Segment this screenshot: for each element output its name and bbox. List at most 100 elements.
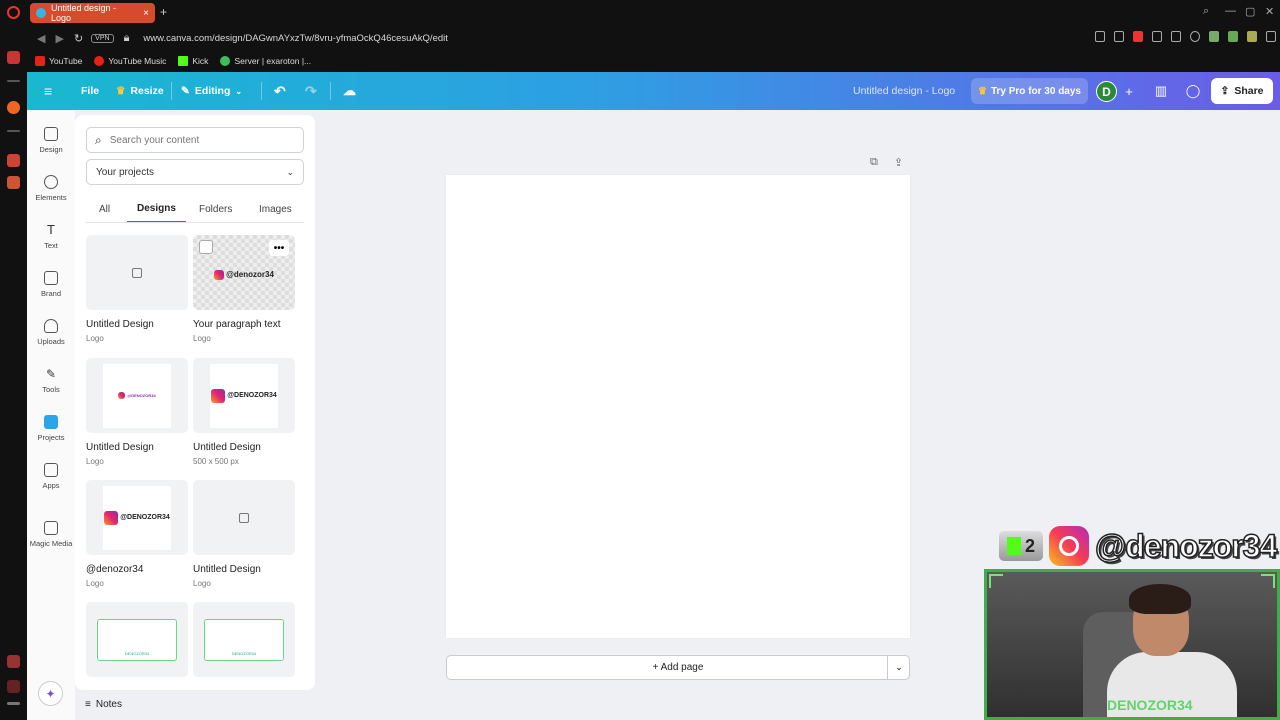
wallet-icon[interactable] bbox=[7, 51, 20, 64]
add-page-button[interactable]: + Add page bbox=[446, 655, 910, 680]
vpn-badge[interactable]: VPN bbox=[91, 33, 114, 43]
design-card[interactable]: DENOZOR34 bbox=[86, 602, 188, 677]
design-card[interactable]: @DENOZOR34 Untitled Design Logo bbox=[86, 358, 188, 466]
maximize-icon[interactable]: ▢ bbox=[1245, 5, 1255, 18]
design-card[interactable]: DENOZOR34 bbox=[193, 602, 295, 677]
rail-item-text[interactable]: T Text bbox=[27, 223, 75, 251]
rail-item-tools[interactable]: ✎ Tools bbox=[27, 367, 75, 394]
webcam-overlay: DENOZOR34 bbox=[984, 569, 1280, 720]
shield-icon[interactable] bbox=[1133, 31, 1143, 42]
webcam-watermark: DENOZOR34 bbox=[1107, 697, 1193, 713]
tab-all[interactable]: All bbox=[99, 195, 110, 223]
editor-header: ≡ File ♛ Resize ✎ Editing ⌄ ↶ ↷ ☁ Untitled … bbox=[27, 72, 1280, 110]
design-card[interactable]: ••• @denozor34 Your paragraph text Logo bbox=[193, 235, 295, 343]
design-title: Your paragraph text bbox=[193, 319, 281, 330]
address-bar-actions bbox=[1095, 31, 1276, 42]
design-canvas[interactable] bbox=[446, 175, 910, 638]
opera-logo-icon[interactable] bbox=[7, 6, 20, 19]
instagram-icon bbox=[214, 269, 225, 280]
design-thumbnail bbox=[193, 480, 295, 555]
download-icon[interactable] bbox=[1152, 31, 1162, 42]
gx-icon[interactable] bbox=[7, 680, 20, 693]
minimize-icon[interactable]: — bbox=[1225, 5, 1236, 17]
forward-icon[interactable]: ▶ bbox=[55, 32, 63, 45]
settings-icon[interactable] bbox=[7, 655, 20, 668]
browser-sidebar bbox=[0, 0, 27, 720]
bookmark-youtube-music[interactable]: YouTube Music bbox=[94, 56, 166, 66]
new-tab-button[interactable]: + bbox=[160, 5, 167, 19]
rail-item-projects[interactable]: Projects bbox=[27, 415, 75, 442]
snapshot-icon[interactable] bbox=[1114, 31, 1124, 42]
instagram-icon bbox=[104, 510, 119, 525]
rail-item-brand[interactable]: Brand bbox=[27, 271, 75, 298]
projects-scope-select[interactable]: Your projects ⌄ bbox=[86, 159, 304, 185]
resize-button[interactable]: ♛ Resize bbox=[116, 72, 164, 110]
design-card[interactable]: @DENOZOR34 @denozor34 Logo bbox=[86, 480, 188, 588]
notes-button[interactable]: ≡ Notes bbox=[85, 699, 122, 710]
reload-icon[interactable]: ↻ bbox=[74, 32, 83, 45]
chevron-down-icon[interactable]: ⌄ bbox=[887, 655, 910, 680]
extension-icon[interactable] bbox=[1228, 31, 1238, 42]
divider bbox=[261, 82, 262, 100]
rail-item-magic-media[interactable]: Magic Media bbox=[27, 521, 75, 548]
undo-button[interactable]: ↶ bbox=[274, 72, 286, 110]
search-box[interactable]: ⌕ bbox=[86, 127, 304, 153]
comment-icon[interactable]: ◯ bbox=[1181, 79, 1205, 103]
url-field[interactable]: www.canva.com/design/DAGwnAYxzTw/8vru-yf… bbox=[143, 33, 447, 44]
rail-item-elements[interactable]: Elements bbox=[27, 175, 75, 202]
play-icon[interactable] bbox=[1171, 31, 1181, 42]
redo-button[interactable]: ↷ bbox=[305, 72, 317, 110]
close-window-icon[interactable]: ✕ bbox=[1265, 5, 1274, 18]
add-collaborator-icon[interactable]: + bbox=[1117, 79, 1141, 103]
design-type: Logo bbox=[86, 457, 104, 466]
upload-cloud-icon bbox=[44, 319, 58, 333]
app-icon[interactable] bbox=[7, 176, 20, 189]
design-type: Logo bbox=[86, 579, 104, 588]
more-options-button[interactable]: ••• bbox=[269, 240, 289, 256]
tab-folders[interactable]: Folders bbox=[199, 195, 232, 223]
search-input[interactable] bbox=[109, 134, 280, 146]
design-thumbnail: DENOZOR34 bbox=[86, 602, 188, 677]
rail-item-design[interactable]: Design bbox=[27, 127, 75, 154]
extension-icon[interactable] bbox=[1209, 31, 1219, 42]
select-checkbox[interactable] bbox=[199, 240, 213, 254]
insights-icon[interactable]: ▥ bbox=[1149, 79, 1173, 103]
cloud-saved-icon[interactable]: ☁ bbox=[343, 72, 356, 110]
design-card[interactable]: @DENOZOR34 Untitled Design 500 x 500 px bbox=[193, 358, 295, 466]
design-card[interactable]: Untitled Design Logo bbox=[193, 480, 295, 588]
rail-item-apps[interactable]: Apps bbox=[27, 463, 75, 490]
design-title[interactable]: Untitled design - Logo bbox=[853, 72, 955, 110]
file-menu[interactable]: File bbox=[81, 72, 99, 110]
back-icon[interactable]: ◀ bbox=[37, 32, 45, 45]
close-tab-icon[interactable]: × bbox=[143, 8, 149, 19]
search-tabs-icon[interactable]: ⌕ bbox=[1203, 5, 1209, 18]
bookmark-icon[interactable] bbox=[1095, 31, 1105, 42]
design-card[interactable]: Untitled Design Logo bbox=[86, 235, 188, 343]
tab-images[interactable]: Images bbox=[259, 195, 292, 223]
share-page-icon[interactable]: ⇪ bbox=[894, 156, 903, 169]
more-icon[interactable] bbox=[7, 702, 20, 705]
placeholder-grid-icon bbox=[132, 267, 142, 278]
menu-icon[interactable] bbox=[1266, 31, 1276, 42]
share-button[interactable]: ⇪ Share bbox=[1211, 78, 1273, 104]
design-title: Untitled Design bbox=[193, 442, 261, 453]
bookmark-exaroton[interactable]: Server | exaroton |... bbox=[220, 56, 311, 66]
brand-icon bbox=[44, 271, 58, 285]
try-pro-button[interactable]: ♛ Try Pro for 30 days bbox=[971, 78, 1088, 104]
side-rail: Design Elements T Text Brand Uploads ✎ Too… bbox=[27, 110, 75, 720]
bookmark-kick[interactable]: Kick bbox=[178, 56, 208, 66]
extension-icon[interactable] bbox=[1247, 31, 1257, 42]
avatar[interactable]: D bbox=[1096, 81, 1117, 102]
design-thumbnail: @DENOZOR34 bbox=[86, 358, 188, 433]
rail-item-uploads[interactable]: Uploads bbox=[27, 319, 75, 346]
music-icon[interactable] bbox=[7, 101, 20, 114]
main-menu-button[interactable]: ≡ bbox=[44, 72, 52, 110]
editing-mode-dropdown[interactable]: ✎ Editing ⌄ bbox=[181, 72, 242, 110]
duplicate-page-icon[interactable]: ⧉ bbox=[870, 156, 878, 169]
heart-icon[interactable] bbox=[1190, 31, 1200, 42]
magic-assistant-button[interactable]: ✦ bbox=[38, 681, 63, 706]
app-icon[interactable] bbox=[7, 154, 20, 167]
tab-active[interactable]: Untitled design - Logo × bbox=[30, 3, 155, 23]
bookmark-youtube[interactable]: YouTube bbox=[35, 56, 82, 66]
tab-designs[interactable]: Designs bbox=[127, 195, 186, 223]
